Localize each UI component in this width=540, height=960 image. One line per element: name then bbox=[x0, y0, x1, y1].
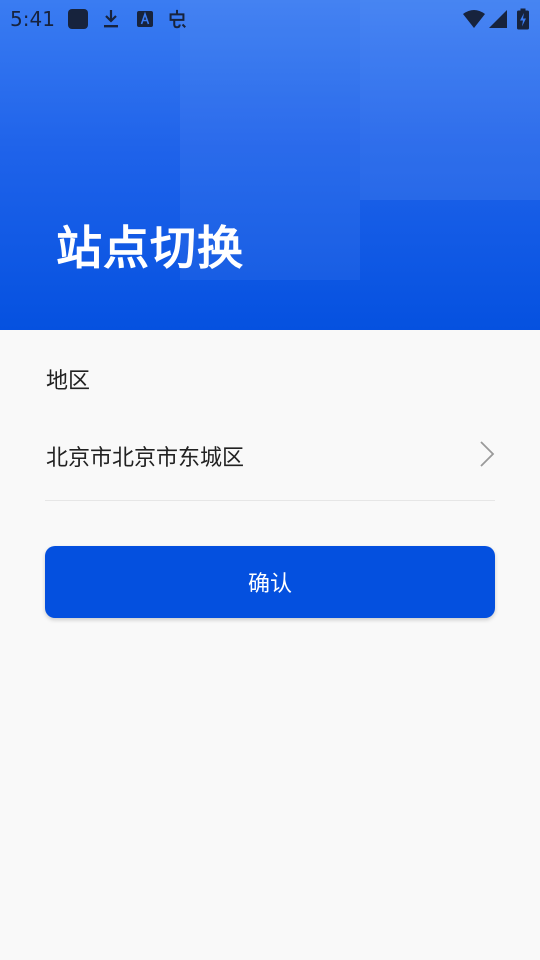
confirm-button[interactable]: 确认 bbox=[45, 546, 495, 618]
page-title: 站点切换 bbox=[56, 221, 244, 275]
bug-icon bbox=[169, 9, 186, 29]
region-label: 地区 bbox=[46, 369, 91, 394]
chevron-right-icon bbox=[480, 441, 495, 467]
download-icon bbox=[104, 10, 118, 28]
status-time: 5:41 bbox=[10, 7, 55, 31]
app-square-icon bbox=[68, 9, 88, 29]
site-switch-screen: 5:41 站点切换 地区 北京市北京市东城区 确认 bbox=[0, 0, 540, 960]
battery-charging-icon bbox=[517, 8, 529, 30]
region-value: 北京市北京市东城区 bbox=[46, 446, 245, 471]
region-selector[interactable]: 北京市北京市东城区 bbox=[45, 420, 495, 501]
header-banner: 5:41 站点切换 bbox=[0, 0, 540, 330]
wifi-icon bbox=[463, 10, 485, 28]
keyboard-a-icon bbox=[137, 11, 153, 27]
status-bar: 5:41 bbox=[0, 0, 540, 38]
cell-signal-icon bbox=[489, 10, 507, 28]
